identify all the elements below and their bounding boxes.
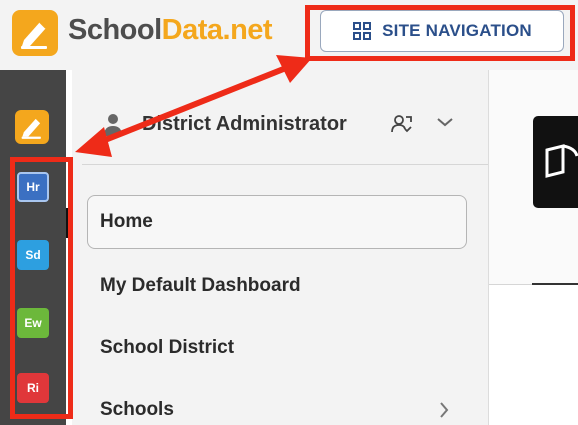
switch-user-icon[interactable] [390, 113, 414, 135]
sidebar-logo-icon[interactable] [15, 110, 49, 144]
brand-logo-text[interactable]: SchoolData.net [68, 14, 273, 47]
panel-divider [82, 164, 488, 165]
annotation-box-app-sidebar [10, 157, 73, 419]
logo-text-datanet: Data.net [161, 14, 273, 46]
menu-item-school-district[interactable]: School District [100, 337, 234, 359]
annotation-box-site-navigation [305, 5, 575, 61]
menu-item-my-default-dashboard[interactable]: My Default Dashboard [100, 275, 301, 297]
menu-item-home[interactable]: Home [100, 211, 153, 233]
user-icon [104, 114, 122, 136]
content-underline [532, 283, 578, 285]
schooldata-logo-icon[interactable] [12, 10, 58, 56]
menu-item-schools[interactable]: Schools [100, 399, 174, 421]
chevron-down-icon[interactable] [436, 116, 454, 128]
user-name[interactable]: District Administrator [142, 113, 347, 136]
book-icon[interactable] [533, 116, 578, 208]
logo-text-school: School [68, 14, 162, 46]
chevron-right-icon[interactable] [438, 401, 450, 419]
